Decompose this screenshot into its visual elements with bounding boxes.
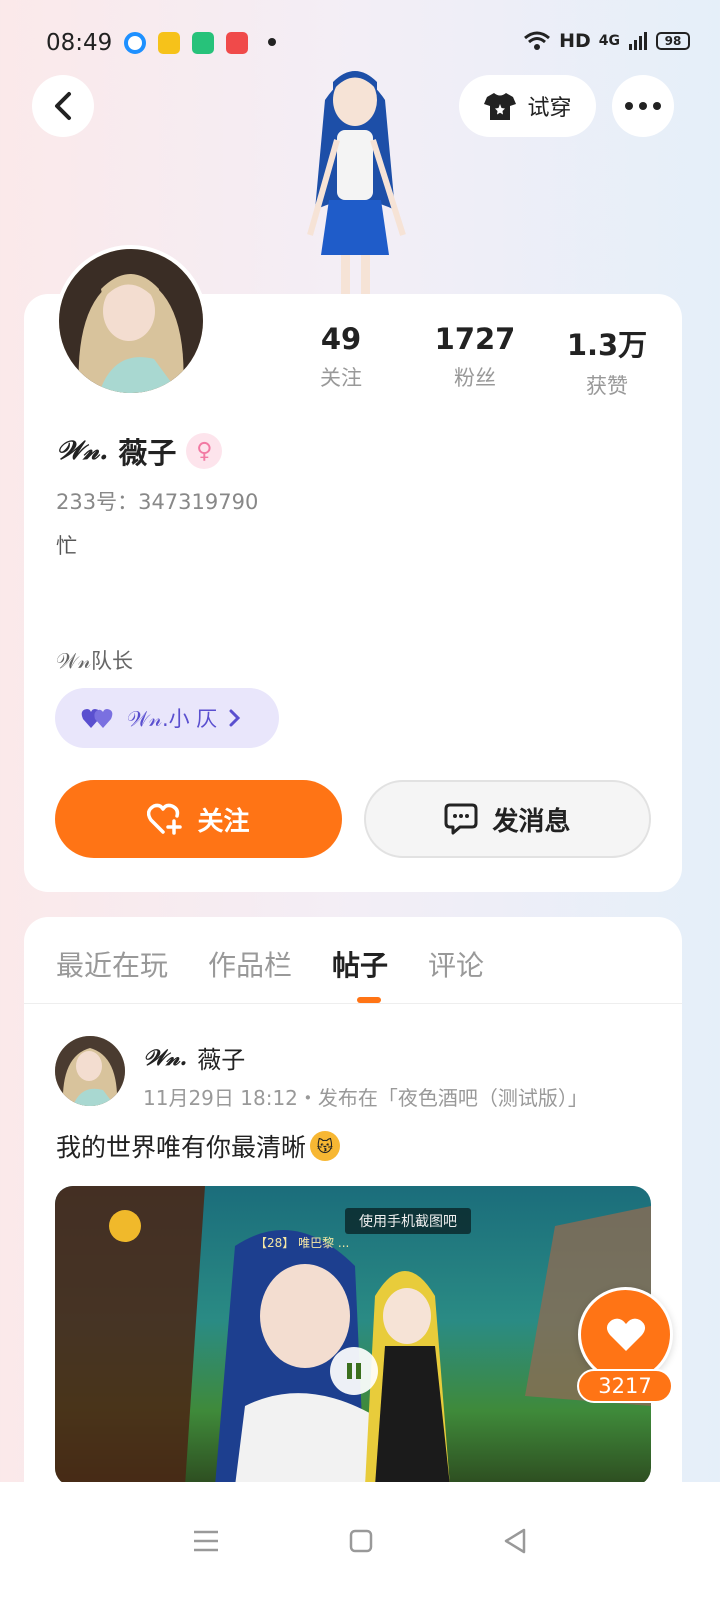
- wifi-icon: [524, 31, 551, 50]
- post-text: 我的世界唯有你最清晰: [56, 1133, 307, 1162]
- send-message-button[interactable]: 发消息: [364, 780, 651, 858]
- user-id[interactable]: 233号：347319790: [56, 486, 258, 516]
- post-author-prefix: 𝒲𝓃.: [143, 1044, 188, 1071]
- character-model-image: [285, 60, 425, 300]
- profile-tabs: 最近在玩 作品栏 帖子 评论: [56, 944, 484, 984]
- try-on-label: 试穿: [527, 96, 572, 121]
- more-notifications-dot: [268, 38, 276, 46]
- system-indicators: HD 4G 98: [523, 30, 690, 52]
- profile-avatar[interactable]: [55, 245, 207, 397]
- stat-followers[interactable]: 1727 粉丝: [415, 322, 535, 392]
- tab-comments[interactable]: 评论: [428, 944, 484, 984]
- chevron-right-icon: [229, 709, 241, 727]
- system-navigation-bar: [0, 1482, 720, 1600]
- notification-battery-app-icon: [192, 32, 214, 54]
- signal-icon: [629, 32, 647, 50]
- more-options-button[interactable]: [612, 75, 674, 137]
- menu-icon[interactable]: [193, 1530, 219, 1552]
- chat-bubble-icon: [444, 803, 478, 835]
- stat-following[interactable]: 49 关注: [281, 322, 401, 392]
- profile-name: 薇子: [118, 436, 177, 470]
- stat-followers-value: 1727: [434, 322, 516, 356]
- female-icon: ♀: [186, 433, 223, 469]
- stat-likes-label: 获赞: [586, 374, 628, 398]
- tabs-divider: [24, 1003, 682, 1004]
- pause-button[interactable]: [330, 1347, 378, 1395]
- like-count: 3217: [577, 1369, 673, 1403]
- stat-following-value: 49: [320, 322, 362, 356]
- profile-name-row: 𝒲𝓃. 薇子 ♀: [56, 430, 223, 472]
- back-arrow-icon: [55, 92, 71, 120]
- follow-label: 关注: [197, 806, 250, 837]
- signal-label: 4G: [598, 33, 620, 49]
- send-message-label: 发消息: [492, 806, 571, 837]
- pause-icon: [347, 1363, 361, 1379]
- home-square-icon[interactable]: [349, 1529, 373, 1553]
- shirt-icon: [484, 93, 517, 120]
- post-meta: 11月29日 18:12・发布在「夜色酒吧（测试版）」: [143, 1086, 588, 1110]
- try-on-button[interactable]: 试穿: [459, 75, 596, 137]
- notification-video-app-icon: [226, 32, 248, 54]
- media-caption: 使用手机截图吧: [345, 1208, 471, 1234]
- tab-works[interactable]: 作品栏: [208, 944, 292, 984]
- post-author-name: 薇子: [197, 1046, 246, 1074]
- stat-likes[interactable]: 1.3万 获赞: [547, 322, 667, 400]
- more-dots-icon: [625, 102, 661, 110]
- stat-following-label: 关注: [320, 366, 362, 390]
- tab-recently-played[interactable]: 最近在玩: [56, 944, 168, 984]
- media-subtitle: 【28】 唯巴黎 ...: [255, 1236, 350, 1250]
- post-author[interactable]: 𝒲𝓃. 薇子: [143, 1040, 245, 1075]
- hearts-icon: [81, 709, 113, 728]
- follow-button[interactable]: 关注: [55, 780, 342, 858]
- stat-followers-label: 粉丝: [454, 366, 496, 390]
- post-author-avatar[interactable]: [55, 1036, 125, 1106]
- stat-likes-value: 1.3万: [566, 328, 648, 362]
- like-button[interactable]: [578, 1287, 673, 1382]
- back-triangle-icon[interactable]: [503, 1528, 527, 1554]
- heart-icon: [606, 1318, 645, 1351]
- post-text-row: 我的世界唯有你最清晰 😽: [56, 1128, 341, 1164]
- team-role: 𝒲𝓃队长: [56, 649, 133, 673]
- hd-label: HD: [559, 30, 591, 52]
- heart-plus-icon: [147, 803, 183, 835]
- status-time: 08:49: [46, 30, 113, 56]
- team-chip-label: 𝒲𝓃.小 仄: [127, 707, 218, 731]
- battery-icon: 98: [656, 32, 690, 50]
- team-chip[interactable]: 𝒲𝓃.小 仄: [55, 688, 279, 748]
- name-prefix: 𝒲𝓃.: [56, 435, 109, 466]
- back-button[interactable]: [32, 75, 94, 137]
- cat-emoji-icon: 😽: [310, 1131, 341, 1161]
- post-video[interactable]: 使用手机截图吧 【28】 唯巴黎 ...: [55, 1186, 651, 1486]
- notification-folder-icon: [158, 32, 180, 54]
- tab-posts[interactable]: 帖子: [332, 944, 388, 984]
- profile-bio: 忙: [56, 534, 77, 558]
- notification-app-icon: [124, 32, 146, 54]
